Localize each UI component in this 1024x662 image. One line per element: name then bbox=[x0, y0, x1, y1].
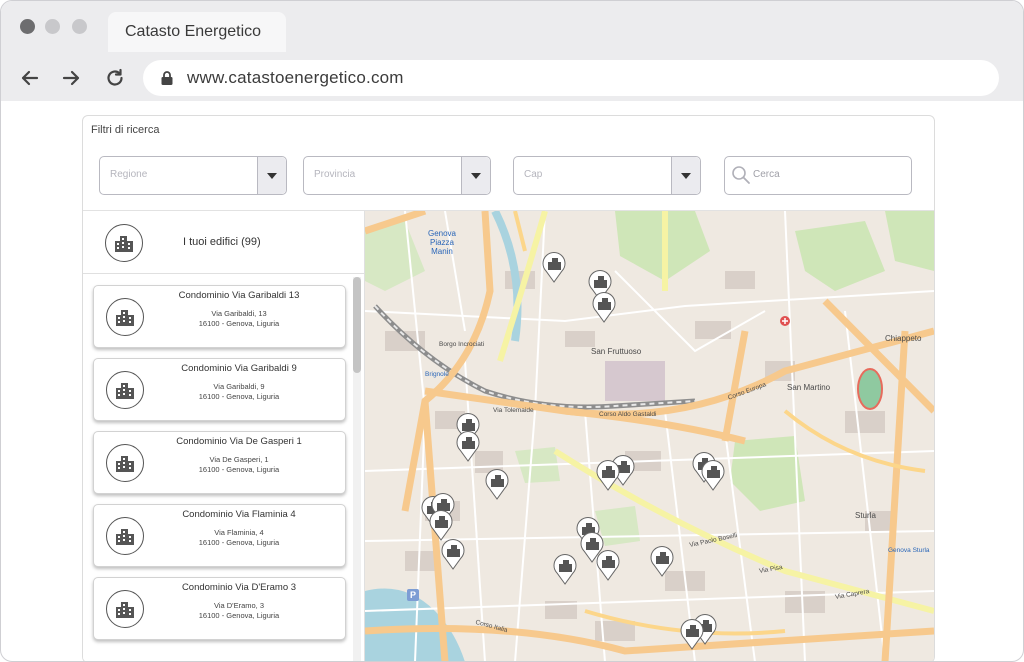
buildings-sidebar: I tuoi edifici (99) Condominio Via Garib… bbox=[83, 211, 365, 661]
region-select[interactable]: Regione bbox=[99, 156, 287, 195]
building-street: Via Garibaldi, 13 bbox=[211, 309, 267, 318]
address-bar[interactable]: www.catastoenergetico.com bbox=[143, 60, 999, 96]
cap-placeholder: Cap bbox=[524, 169, 543, 180]
map-label: Genova Sturla bbox=[888, 547, 930, 554]
parking-icon: P bbox=[410, 590, 417, 600]
building-street: Via De Gasperi, 1 bbox=[209, 455, 269, 464]
search-icon bbox=[732, 166, 750, 184]
building-pin-icon[interactable] bbox=[440, 538, 466, 570]
url-text: www.catastoenergetico.com bbox=[187, 68, 404, 87]
building-card[interactable]: Condominio Via D'Eramo 3 Via D'Eramo, 3 … bbox=[93, 577, 346, 640]
browser-tab[interactable]: Catasto Energetico bbox=[108, 12, 286, 52]
building-pin-icon[interactable] bbox=[552, 553, 578, 585]
building-pin-icon[interactable] bbox=[679, 618, 705, 650]
building-pin-icon[interactable] bbox=[591, 291, 617, 323]
building-icon bbox=[106, 371, 144, 409]
building-name: Condominio Via Garibaldi 9 bbox=[181, 363, 297, 374]
building-name: Condominio Via Flaminia 4 bbox=[182, 509, 296, 520]
building-city: 16100 - Genova, Liguria bbox=[198, 392, 280, 401]
building-name: Condominio Via D'Eramo 3 bbox=[181, 582, 297, 593]
building-street: Via Garibaldi, 9 bbox=[213, 382, 265, 391]
building-icon bbox=[106, 298, 144, 336]
building-city: 16100 - Genova, Liguria bbox=[198, 465, 280, 474]
map-label: Chiappeto bbox=[885, 334, 922, 343]
building-pin-icon[interactable] bbox=[595, 549, 621, 581]
building-pin-icon[interactable] bbox=[541, 251, 567, 283]
building-name: Condominio Via De Gasperi 1 bbox=[176, 436, 302, 447]
building-city: 16100 - Genova, Liguria bbox=[198, 319, 280, 328]
close-window-button[interactable] bbox=[20, 19, 35, 34]
building-pin-icon[interactable] bbox=[455, 430, 481, 462]
scrollbar-thumb[interactable] bbox=[353, 277, 361, 373]
map-label: Borgo Incrociati bbox=[439, 341, 485, 348]
map-label: Via Tolemaide bbox=[493, 407, 534, 414]
forward-arrow-icon[interactable] bbox=[58, 65, 84, 91]
app-panel: Filtri di ricerca Regione Provincia Cap … bbox=[82, 115, 935, 661]
map-view[interactable]: Genova Piazza Manin San Fruttuoso San Ma… bbox=[365, 211, 934, 661]
building-street: Via Flaminia, 4 bbox=[214, 528, 264, 537]
search-placeholder: Cerca bbox=[753, 169, 780, 180]
building-pin-icon[interactable] bbox=[649, 545, 675, 577]
map-label: San Fruttuoso bbox=[591, 347, 642, 356]
building-card[interactable]: Condominio Via Garibaldi 13 Via Garibald… bbox=[93, 285, 346, 348]
browser-chrome: Catasto Energetico www.catastoenergetico… bbox=[1, 1, 1023, 101]
building-city: 16100 - Genova, Liguria bbox=[198, 538, 280, 547]
chevron-down-icon[interactable] bbox=[257, 157, 286, 194]
chevron-down-icon[interactable] bbox=[461, 157, 490, 194]
back-arrow-icon[interactable] bbox=[17, 65, 43, 91]
map-label: Brignole bbox=[425, 371, 449, 378]
region-placeholder: Regione bbox=[110, 169, 148, 180]
tab-title: Catasto Energetico bbox=[125, 23, 262, 40]
building-pin-icon[interactable] bbox=[428, 509, 454, 541]
chevron-down-icon[interactable] bbox=[671, 157, 700, 194]
map-label: Genova Piazza Manin bbox=[427, 229, 457, 256]
building-street: Via D'Eramo, 3 bbox=[213, 601, 265, 610]
building-pin-icon[interactable] bbox=[700, 459, 726, 491]
building-name: Condominio Via Garibaldi 13 bbox=[178, 290, 300, 301]
maximize-window-button[interactable] bbox=[72, 19, 87, 34]
building-icon bbox=[106, 517, 144, 555]
building-card[interactable]: Condominio Via Garibaldi 9 Via Garibaldi… bbox=[93, 358, 346, 421]
buildings-header: I tuoi edifici (99) bbox=[83, 211, 364, 274]
building-icon bbox=[106, 444, 144, 482]
building-card[interactable]: Condominio Via Flaminia 4 Via Flaminia, … bbox=[93, 504, 346, 567]
province-placeholder: Provincia bbox=[314, 169, 356, 180]
building-pin-icon[interactable] bbox=[484, 468, 510, 500]
search-input[interactable]: Cerca bbox=[724, 156, 912, 195]
map-label: Sturla bbox=[855, 511, 876, 520]
building-city: 16100 - Genova, Liguria bbox=[198, 611, 280, 620]
map-label: San Martino bbox=[787, 383, 831, 392]
filters-title: Filtri di ricerca bbox=[91, 124, 160, 136]
reload-icon[interactable] bbox=[102, 65, 128, 91]
browser-window: Catasto Energetico www.catastoenergetico… bbox=[0, 0, 1024, 662]
minimize-window-button[interactable] bbox=[45, 19, 60, 34]
province-select[interactable]: Provincia bbox=[303, 156, 491, 195]
map-label: Corso Aldo Gastaldi bbox=[599, 411, 657, 418]
building-icon bbox=[105, 224, 143, 262]
buildings-count-title: I tuoi edifici (99) bbox=[183, 236, 261, 248]
lock-icon bbox=[161, 71, 173, 85]
cap-select[interactable]: Cap bbox=[513, 156, 701, 195]
building-card[interactable]: Condominio Via De Gasperi 1 Via De Gaspe… bbox=[93, 431, 346, 494]
building-icon bbox=[106, 590, 144, 628]
building-pin-icon[interactable] bbox=[595, 459, 621, 491]
